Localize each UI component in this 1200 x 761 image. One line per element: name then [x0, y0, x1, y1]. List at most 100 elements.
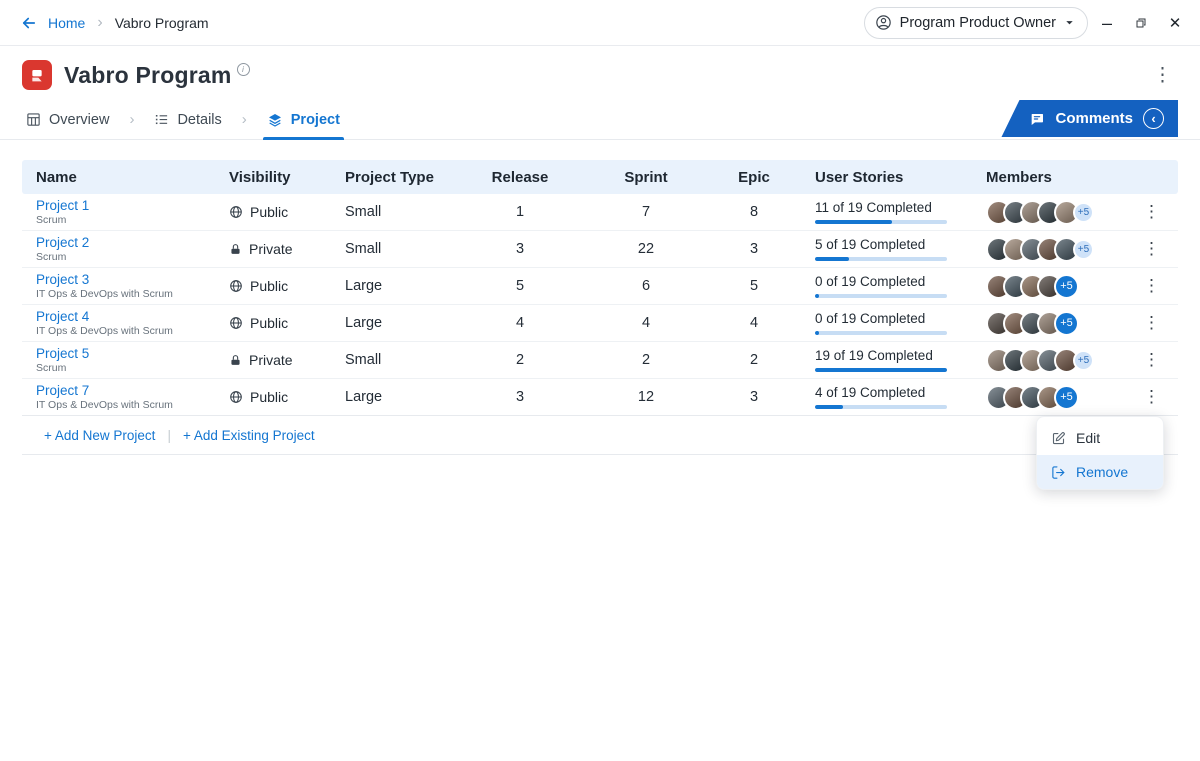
row-menu-button[interactable]: ⋮ — [1139, 237, 1164, 260]
visibility-cell: Private — [229, 241, 345, 257]
sprint-cell: 22 — [570, 241, 722, 257]
table-footer: + Add New Project | + Add Existing Proje… — [22, 416, 1178, 454]
header-menu-button[interactable]: ⋮ — [1147, 64, 1178, 87]
release-cell: 2 — [470, 352, 570, 368]
project-type-cell: Large — [345, 315, 470, 331]
window-restore-button[interactable] — [1126, 0, 1156, 46]
tab-details[interactable]: Details — [150, 100, 225, 139]
back-button[interactable] — [16, 10, 42, 36]
project-type-cell: Small — [345, 204, 470, 220]
actions-cell: ⋮ — [1136, 202, 1178, 222]
user-stories-cell: 11 of 19 Completed — [786, 200, 986, 224]
comments-button[interactable]: Comments ‹ — [1001, 100, 1178, 137]
column-header: User Stories — [786, 169, 986, 186]
table-row: Project 4 IT Ops & DevOps with Scrum Pub… — [22, 305, 1178, 342]
progress-bar — [815, 331, 947, 335]
vabro-logo — [22, 60, 52, 90]
actions-cell: ⋮ — [1136, 239, 1178, 259]
link-divider: | — [167, 428, 171, 443]
project-name-cell: Project 7 IT Ops & DevOps with Scrum — [36, 383, 229, 411]
progress-bar — [815, 405, 947, 409]
add-new-project-link[interactable]: + Add New Project — [44, 428, 155, 443]
members-overflow-badge: +5 — [1054, 385, 1079, 410]
actions-cell: ⋮ — [1136, 387, 1178, 407]
members-overflow-badge: +5 — [1054, 311, 1079, 336]
sprint-cell: 7 — [570, 204, 722, 220]
members-cell[interactable]: +5 — [986, 274, 1136, 299]
user-stories-label: 5 of 19 Completed — [815, 237, 986, 252]
person-circle-icon — [875, 14, 892, 31]
project-name-link[interactable]: Project 5 — [36, 346, 229, 361]
row-menu-button[interactable]: ⋮ — [1139, 348, 1164, 371]
visibility-cell: Public — [229, 204, 345, 220]
user-stories-cell: 19 of 19 Completed — [786, 348, 986, 372]
sprint-cell: 12 — [570, 389, 722, 405]
project-name-cell: Project 4 IT Ops & DevOps with Scrum — [36, 309, 229, 337]
column-header: Visibility — [229, 169, 345, 186]
arrow-left-icon — [20, 14, 38, 32]
visibility-label: Public — [250, 278, 288, 294]
members-cell[interactable]: +5 — [986, 385, 1136, 410]
row-menu-button[interactable]: ⋮ — [1139, 385, 1164, 408]
members-overflow-badge: +5 — [1073, 202, 1094, 223]
sprint-cell: 4 — [570, 315, 722, 331]
epic-cell: 4 — [722, 315, 786, 331]
tab-project[interactable]: Project — [263, 100, 344, 139]
tab-separator: › — [242, 111, 247, 128]
restore-icon — [1135, 17, 1147, 29]
projects-table: NameVisibilityProject TypeReleaseSprintE… — [22, 160, 1178, 455]
project-name-link[interactable]: Project 7 — [36, 383, 229, 398]
project-name-link[interactable]: Project 3 — [36, 272, 229, 287]
column-header: Members — [986, 169, 1136, 186]
user-stories-label: 19 of 19 Completed — [815, 348, 986, 363]
release-cell: 4 — [470, 315, 570, 331]
members-cell[interactable]: +5 — [986, 348, 1136, 373]
project-name-cell: Project 3 IT Ops & DevOps with Scrum — [36, 272, 229, 300]
project-type-cell: Small — [345, 241, 470, 257]
user-stories-cell: 0 of 19 Completed — [786, 311, 986, 335]
overview-grid-icon — [26, 112, 41, 127]
visibility-label: Public — [250, 315, 288, 331]
user-menu-label: Program Product Owner — [900, 15, 1056, 31]
members-cell[interactable]: +5 — [986, 311, 1136, 336]
topbar: Home › Vabro Program Program Product Own… — [0, 0, 1200, 46]
breadcrumb-home-link[interactable]: Home — [48, 15, 85, 31]
release-cell: 3 — [470, 389, 570, 405]
user-menu-button[interactable]: Program Product Owner — [864, 7, 1088, 39]
row-menu-button[interactable]: ⋮ — [1139, 311, 1164, 334]
menu-item-edit[interactable]: Edit — [1037, 421, 1163, 455]
window-close-button[interactable]: ✕ — [1160, 0, 1190, 46]
tab-overview[interactable]: Overview — [22, 100, 113, 139]
progress-bar — [815, 368, 947, 372]
members-cell[interactable]: +5 — [986, 237, 1136, 262]
progress-bar — [815, 294, 947, 298]
user-stories-cell: 0 of 19 Completed — [786, 274, 986, 298]
add-existing-project-link[interactable]: + Add Existing Project — [183, 428, 315, 443]
row-context-menu: Edit Remove — [1036, 416, 1164, 490]
chevron-down-icon — [1064, 17, 1075, 28]
project-name-cell: Project 5 Scrum — [36, 346, 229, 374]
actions-cell: ⋮ — [1136, 313, 1178, 333]
project-type-cell: Large — [345, 278, 470, 294]
visibility-cell: Public — [229, 315, 345, 331]
project-name-link[interactable]: Project 1 — [36, 198, 229, 213]
release-cell: 3 — [470, 241, 570, 257]
row-menu-button[interactable]: ⋮ — [1139, 274, 1164, 297]
epic-cell: 3 — [722, 241, 786, 257]
epic-cell: 5 — [722, 278, 786, 294]
project-subtitle: IT Ops & DevOps with Scrum — [36, 399, 229, 411]
project-name-link[interactable]: Project 4 — [36, 309, 229, 324]
visibility-label: Private — [249, 352, 293, 368]
window-minimize-button[interactable]: – — [1092, 0, 1122, 46]
table-header: NameVisibilityProject TypeReleaseSprintE… — [22, 160, 1178, 194]
column-header: Sprint — [570, 169, 722, 186]
members-cell[interactable]: +5 — [986, 200, 1136, 225]
project-name-link[interactable]: Project 2 — [36, 235, 229, 250]
chevron-left-circle-icon[interactable]: ‹ — [1143, 108, 1164, 129]
epic-cell: 8 — [722, 204, 786, 220]
globe-icon — [229, 279, 243, 293]
menu-item-remove[interactable]: Remove — [1037, 455, 1163, 489]
menu-item-label: Edit — [1076, 430, 1100, 446]
globe-icon — [229, 316, 243, 330]
row-menu-button[interactable]: ⋮ — [1139, 200, 1164, 223]
